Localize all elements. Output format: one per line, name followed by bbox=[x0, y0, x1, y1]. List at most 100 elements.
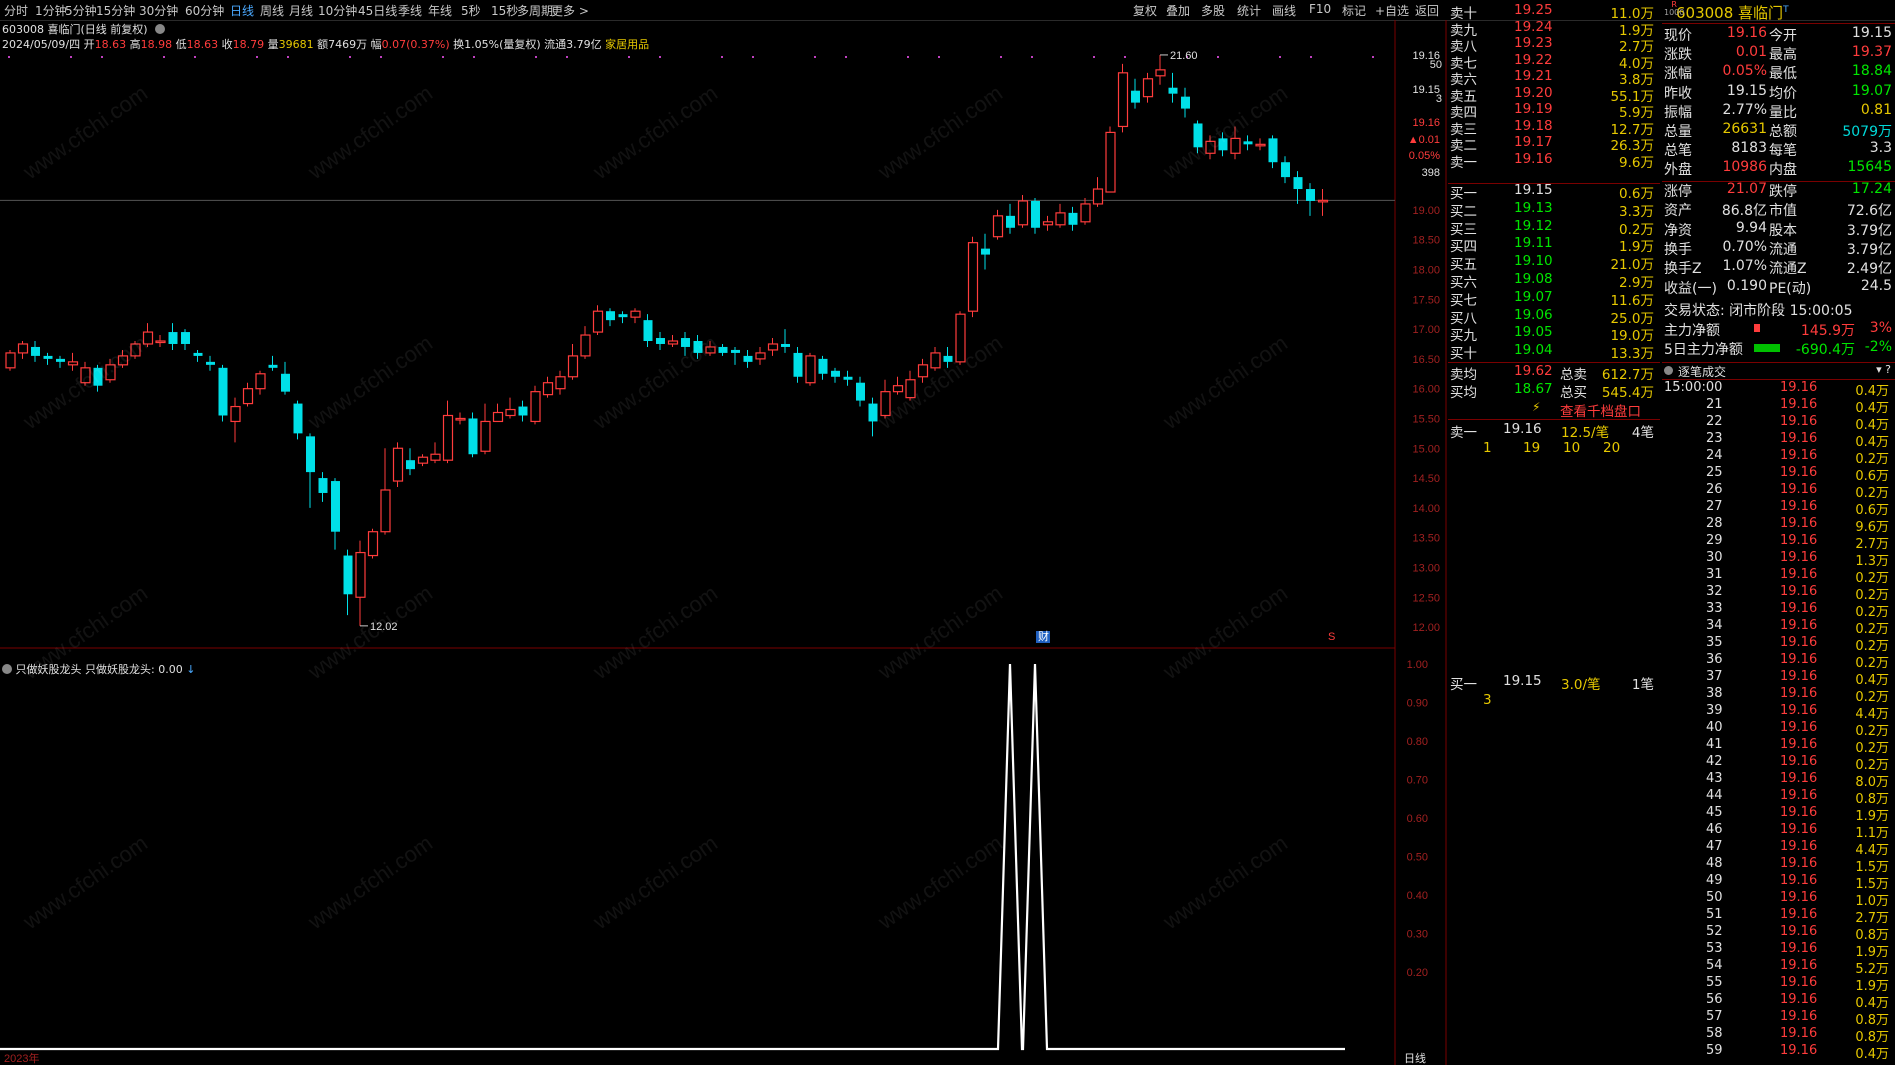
period-tab-1[interactable]: 1分钟 bbox=[35, 2, 67, 19]
period-tab-0[interactable]: 分时 bbox=[4, 2, 28, 19]
candle-body[interactable] bbox=[656, 338, 665, 344]
candle-body[interactable] bbox=[630, 310, 641, 318]
candle-body[interactable] bbox=[1168, 87, 1178, 94]
candle-body[interactable] bbox=[643, 320, 653, 341]
candle-body[interactable] bbox=[306, 436, 315, 473]
candle-body[interactable] bbox=[430, 453, 441, 461]
candle-body[interactable] bbox=[168, 332, 178, 344]
period-tab-13[interactable]: 5秒 bbox=[461, 2, 481, 19]
candle-body[interactable] bbox=[1293, 177, 1303, 190]
candle-body[interactable] bbox=[1017, 200, 1029, 226]
candle-body[interactable] bbox=[67, 361, 79, 366]
bid-row-5[interactable]: 买六 19.08 2.9万 bbox=[1448, 271, 1660, 291]
candle-body[interactable] bbox=[1105, 131, 1116, 193]
candle-body[interactable] bbox=[193, 352, 203, 356]
candle-body[interactable] bbox=[831, 370, 840, 377]
candle-body[interactable] bbox=[155, 340, 166, 344]
candle-body[interactable] bbox=[818, 358, 828, 374]
candle-body[interactable] bbox=[268, 364, 278, 368]
tool-button-7[interactable]: +自选 bbox=[1375, 2, 1409, 19]
candle-body[interactable] bbox=[580, 334, 591, 357]
indicator-name[interactable]: 只做妖股龙头 bbox=[16, 663, 82, 676]
candle-body[interactable] bbox=[31, 346, 40, 356]
candle-body[interactable] bbox=[417, 456, 429, 464]
candle-body[interactable] bbox=[505, 408, 516, 417]
candle-body[interactable] bbox=[1117, 72, 1129, 128]
ticks-settings-icon[interactable] bbox=[1664, 366, 1673, 375]
candle-body[interactable] bbox=[1317, 199, 1329, 203]
ask-row-2[interactable]: 卖八 19.23 2.7万 bbox=[1448, 35, 1660, 55]
sector-link[interactable]: 家居用品 bbox=[605, 38, 649, 51]
candle-body[interactable] bbox=[17, 343, 29, 354]
candle-body[interactable] bbox=[1142, 78, 1154, 98]
candle-body[interactable] bbox=[731, 349, 740, 353]
candle-body[interactable] bbox=[667, 340, 679, 345]
ask-row-0[interactable]: 卖十 19.25 11.0万 bbox=[1448, 2, 1660, 22]
bid-row-6[interactable]: 买七 19.07 11.6万 bbox=[1448, 289, 1660, 309]
bid-row-9[interactable]: 买十 19.04 13.3万 bbox=[1448, 342, 1660, 362]
candle-body[interactable] bbox=[1155, 69, 1166, 77]
ask-row-7[interactable]: 卖三 19.18 12.7万 bbox=[1448, 118, 1660, 138]
candle-body[interactable] bbox=[218, 367, 228, 416]
period-tab-9[interactable]: 10分钟 bbox=[318, 2, 357, 19]
candle-body[interactable] bbox=[455, 417, 466, 421]
candle-body[interactable] bbox=[206, 361, 215, 365]
candle-body[interactable] bbox=[492, 411, 504, 423]
settings-icon[interactable] bbox=[155, 24, 166, 34]
tool-button-6[interactable]: 标记 bbox=[1342, 2, 1366, 19]
candle-body[interactable] bbox=[1181, 96, 1190, 109]
candle-body[interactable] bbox=[555, 376, 566, 390]
candle-body[interactable] bbox=[1243, 141, 1253, 145]
candle-body[interactable] bbox=[380, 489, 391, 533]
period-tab-4[interactable]: 30分钟 bbox=[139, 2, 178, 19]
candle-body[interactable] bbox=[406, 460, 415, 470]
candle-body[interactable] bbox=[518, 406, 528, 416]
candle-body[interactable] bbox=[1055, 212, 1066, 226]
period-tab-3[interactable]: 15分钟 bbox=[96, 2, 135, 19]
ask-row-6[interactable]: 卖四 19.19 5.9万 bbox=[1448, 101, 1660, 121]
period-tab-8[interactable]: 月线 bbox=[289, 2, 313, 19]
bid-row-0[interactable]: 买一 19.15 0.6万 bbox=[1448, 182, 1660, 202]
candle-body[interactable] bbox=[793, 352, 803, 377]
tool-button-5[interactable]: F10 bbox=[1309, 2, 1331, 16]
candle-body[interactable] bbox=[892, 385, 904, 393]
candle-body[interactable] bbox=[856, 382, 865, 401]
candle-body[interactable] bbox=[967, 242, 979, 312]
candle-body[interactable] bbox=[1031, 200, 1040, 228]
candle-body[interactable] bbox=[917, 364, 929, 378]
period-tab-16[interactable]: 更多 > bbox=[551, 2, 589, 19]
candle-body[interactable] bbox=[567, 355, 579, 378]
candle-body[interactable] bbox=[281, 373, 290, 392]
candle-body[interactable] bbox=[930, 352, 941, 369]
candle-body[interactable] bbox=[56, 358, 65, 362]
candle-body[interactable] bbox=[1006, 215, 1015, 228]
candle-body[interactable] bbox=[1268, 138, 1278, 163]
candle-body[interactable] bbox=[755, 352, 766, 360]
candle-body[interactable] bbox=[5, 352, 16, 369]
candle-body[interactable] bbox=[43, 355, 53, 359]
candle-body[interactable] bbox=[1255, 143, 1266, 147]
ask-row-8[interactable]: 卖二 19.17 26.3万 bbox=[1448, 134, 1660, 154]
candle-body[interactable] bbox=[1306, 189, 1315, 201]
ask-row-3[interactable]: 卖七 19.22 4.0万 bbox=[1448, 52, 1660, 72]
candle-body[interactable] bbox=[618, 314, 628, 318]
candle-body[interactable] bbox=[530, 391, 541, 423]
candle-body[interactable] bbox=[743, 355, 753, 362]
ask-row-4[interactable]: 卖六 19.21 3.8万 bbox=[1448, 68, 1660, 88]
bid-row-4[interactable]: 买五 19.10 21.0万 bbox=[1448, 253, 1660, 273]
period-tab-10[interactable]: 45日线 bbox=[358, 2, 397, 19]
candle-body[interactable] bbox=[1092, 188, 1104, 205]
ticks-menu-icon[interactable]: ▾ ? bbox=[1876, 363, 1891, 376]
tool-button-4[interactable]: 画线 bbox=[1272, 2, 1296, 19]
period-tab-11[interactable]: 季线 bbox=[398, 2, 422, 19]
candle-body[interactable] bbox=[781, 343, 790, 347]
candle-body[interactable] bbox=[392, 447, 404, 482]
candle-body[interactable] bbox=[805, 355, 816, 384]
view-depth-link[interactable]: 查看千档盘口 bbox=[1560, 400, 1641, 420]
indicator-settings-icon[interactable] bbox=[2, 664, 12, 674]
candle-body[interactable] bbox=[592, 310, 604, 333]
candle-body[interactable] bbox=[992, 215, 1004, 238]
candle-body[interactable] bbox=[1080, 203, 1091, 223]
candle-body[interactable] bbox=[843, 376, 853, 380]
candle-body[interactable] bbox=[355, 551, 366, 598]
